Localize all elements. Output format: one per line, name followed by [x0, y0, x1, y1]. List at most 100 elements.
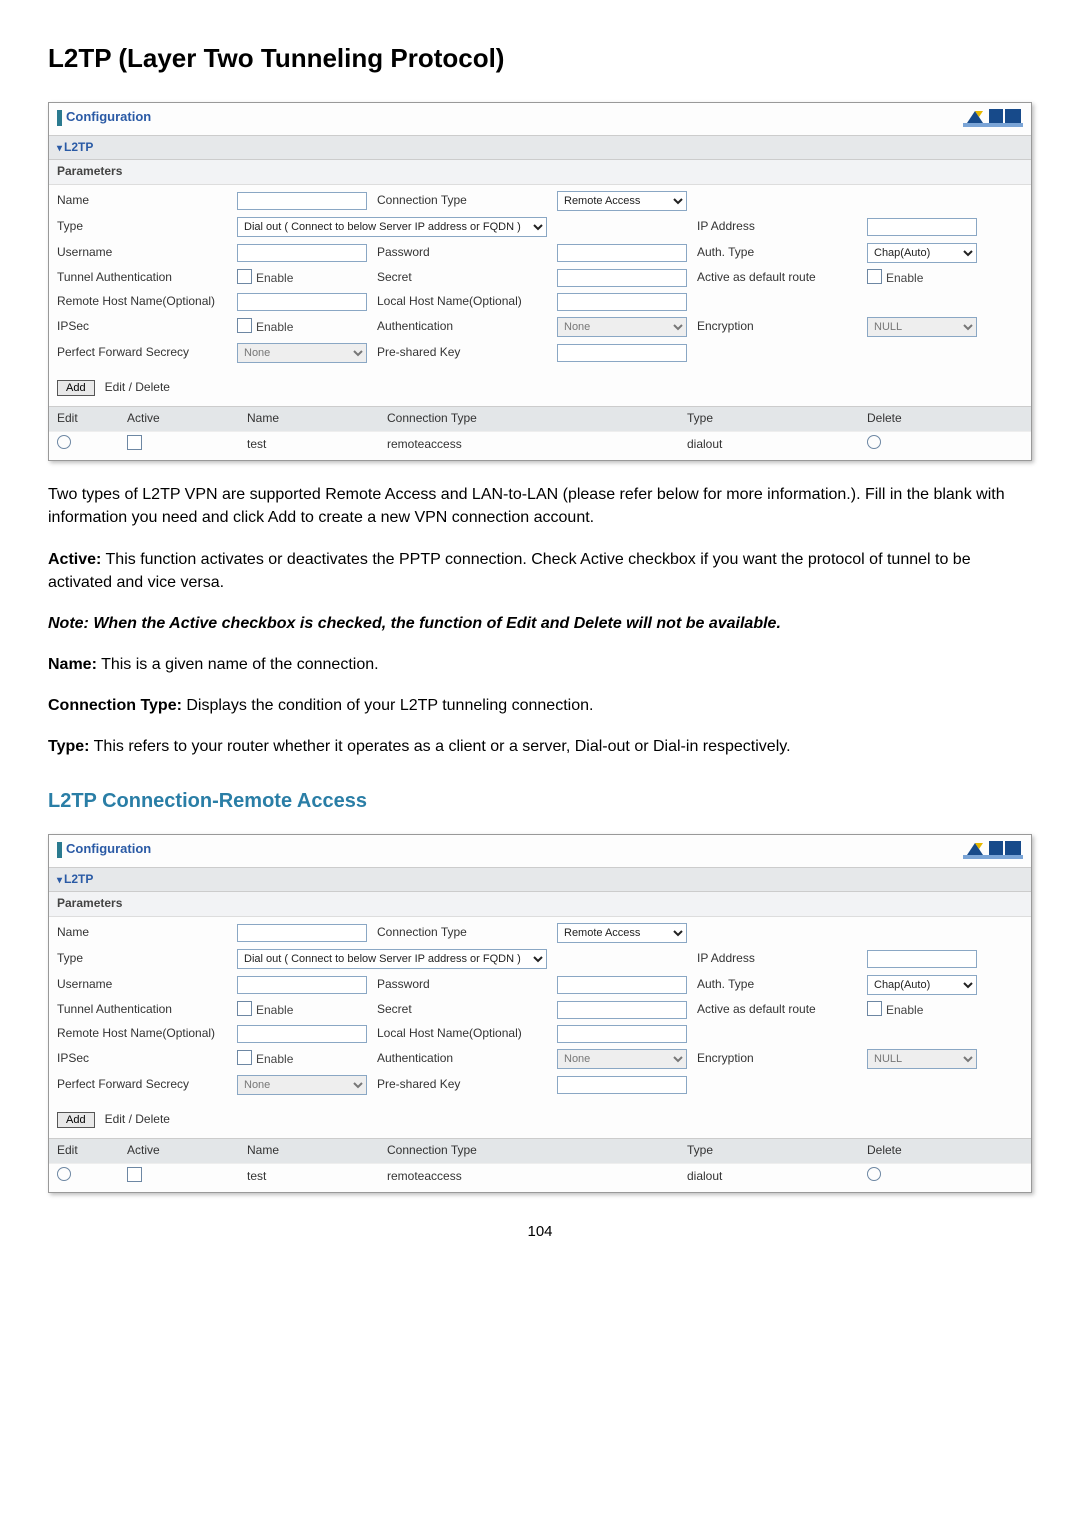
remote-host-input[interactable]: [237, 293, 367, 311]
type-paragraph: Type: This refers to your router whether…: [48, 735, 1032, 758]
label-tunnel-auth: Tunnel Authentication: [57, 1001, 227, 1018]
panel-title: Configuration: [66, 840, 151, 859]
edit-radio[interactable]: [57, 1167, 127, 1186]
password-input[interactable]: [557, 976, 687, 994]
label-authentication: Authentication: [377, 1050, 547, 1067]
name-label: Name:: [48, 656, 97, 673]
remote-host-input[interactable]: [237, 1025, 367, 1043]
label-local-host: Local Host Name(Optional): [377, 1025, 547, 1042]
active-default-enable[interactable]: Enable: [867, 269, 977, 287]
pfs-select[interactable]: None: [237, 343, 367, 363]
connection-type-select[interactable]: Remote Access: [557, 191, 687, 211]
username-input[interactable]: [237, 976, 367, 994]
tunnel-auth-enable[interactable]: Enable: [237, 269, 367, 287]
col-type: Type: [687, 1142, 867, 1159]
ipsec-enable[interactable]: Enable: [237, 318, 367, 336]
panel-header: Configuration: [49, 103, 1031, 135]
auth-type-select[interactable]: Chap(Auto): [867, 975, 977, 995]
edit-delete-label: Edit / Delete: [105, 1111, 170, 1128]
local-host-input[interactable]: [557, 293, 687, 311]
page-title: L2TP (Layer Two Tunneling Protocol): [48, 40, 1032, 78]
encryption-select[interactable]: NULL: [867, 317, 977, 337]
username-input[interactable]: [237, 244, 367, 262]
delete-radio[interactable]: [867, 1167, 967, 1186]
parameters-label: Parameters: [49, 160, 1031, 184]
auth-type-select[interactable]: Chap(Auto): [867, 243, 977, 263]
ip-address-input[interactable]: [867, 950, 977, 968]
ip-address-input[interactable]: [867, 218, 977, 236]
form-grid: Name Connection Type Remote Access Type …: [49, 185, 1031, 373]
label-psk: Pre-shared Key: [377, 344, 547, 361]
row-name: test: [247, 436, 387, 453]
col-edit: Edit: [57, 410, 127, 427]
intro-paragraph: Two types of L2TP VPN are supported Remo…: [48, 483, 1032, 529]
label-name: Name: [57, 192, 227, 209]
form-grid: Name Connection Type Remote Access Type …: [49, 917, 1031, 1105]
add-button[interactable]: Add: [57, 1112, 95, 1128]
active-default-enable[interactable]: Enable: [867, 1001, 977, 1019]
label-tunnel-auth: Tunnel Authentication: [57, 269, 227, 286]
label-active-default: Active as default route: [697, 1001, 857, 1018]
authentication-select[interactable]: None: [557, 317, 687, 337]
label-connection-type: Connection Type: [377, 924, 547, 941]
label-password: Password: [377, 976, 547, 993]
label-remote-host: Remote Host Name(Optional): [57, 293, 227, 310]
add-button[interactable]: Add: [57, 380, 95, 396]
label-ip-address: IP Address: [697, 950, 857, 967]
col-connection-type: Connection Type: [387, 1142, 687, 1159]
label-pfs: Perfect Forward Secrecy: [57, 1076, 227, 1093]
section-l2tp[interactable]: L2TP: [49, 135, 1031, 161]
label-name: Name: [57, 924, 227, 941]
label-type: Type: [57, 218, 227, 235]
label-connection-type: Connection Type: [377, 192, 547, 209]
label-pfs: Perfect Forward Secrecy: [57, 344, 227, 361]
list-row: test remoteaccess dialout: [49, 1163, 1031, 1192]
encryption-select[interactable]: NULL: [867, 1049, 977, 1069]
label-auth-type: Auth. Type: [697, 976, 857, 993]
label-encryption: Encryption: [697, 1050, 857, 1067]
label-ipsec: IPSec: [57, 318, 227, 335]
authentication-select[interactable]: None: [557, 1049, 687, 1069]
label-username: Username: [57, 976, 227, 993]
active-label: Active:: [48, 551, 101, 568]
name-input[interactable]: [237, 192, 367, 210]
active-checkbox[interactable]: [127, 1167, 247, 1185]
label-secret: Secret: [377, 1001, 547, 1018]
label-ip-address: IP Address: [697, 218, 857, 235]
label-type: Type: [57, 950, 227, 967]
name-input[interactable]: [237, 924, 367, 942]
col-active: Active: [127, 410, 247, 427]
secret-input[interactable]: [557, 269, 687, 287]
label-remote-host: Remote Host Name(Optional): [57, 1025, 227, 1042]
col-delete: Delete: [867, 1142, 967, 1159]
active-paragraph: Active: This function activates or deact…: [48, 548, 1032, 594]
local-host-input[interactable]: [557, 1025, 687, 1043]
password-input[interactable]: [557, 244, 687, 262]
label-auth-type: Auth. Type: [697, 244, 857, 261]
brand-logo-icon: [963, 839, 1023, 861]
parameters-label: Parameters: [49, 892, 1031, 916]
psk-input[interactable]: [557, 1076, 687, 1094]
label-active-default: Active as default route: [697, 269, 857, 286]
label-secret: Secret: [377, 269, 547, 286]
list-header: Edit Active Name Connection Type Type De…: [49, 1138, 1031, 1162]
accent-bar: [57, 110, 62, 126]
section-l2tp[interactable]: L2TP: [49, 867, 1031, 893]
row-name: test: [247, 1168, 387, 1185]
delete-radio[interactable]: [867, 435, 967, 454]
col-edit: Edit: [57, 1142, 127, 1159]
active-checkbox[interactable]: [127, 435, 247, 453]
ct-label: Connection Type:: [48, 697, 182, 714]
list-header: Edit Active Name Connection Type Type De…: [49, 406, 1031, 430]
pfs-select[interactable]: None: [237, 1075, 367, 1095]
type-select[interactable]: Dial out ( Connect to below Server IP ad…: [237, 217, 547, 237]
type-select[interactable]: Dial out ( Connect to below Server IP ad…: [237, 949, 547, 969]
secret-input[interactable]: [557, 1001, 687, 1019]
ipsec-enable[interactable]: Enable: [237, 1050, 367, 1068]
tunnel-auth-enable[interactable]: Enable: [237, 1001, 367, 1019]
label-ipsec: IPSec: [57, 1050, 227, 1067]
psk-input[interactable]: [557, 344, 687, 362]
connection-type-select[interactable]: Remote Access: [557, 923, 687, 943]
edit-radio[interactable]: [57, 435, 127, 454]
label-psk: Pre-shared Key: [377, 1076, 547, 1093]
